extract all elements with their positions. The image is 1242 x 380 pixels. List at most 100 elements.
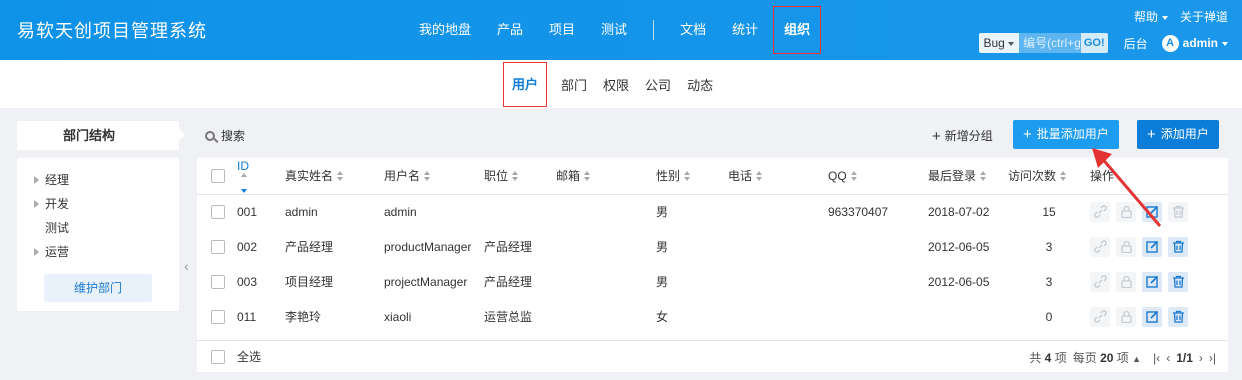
cell-realname: 产品经理 — [285, 240, 334, 254]
table-row[interactable]: 002 产品经理 productManager 产品经理 男 2012-06-05 3 — [197, 229, 1228, 264]
cell-account: xiaoli — [384, 309, 412, 324]
cell-email — [556, 194, 656, 229]
cell-qq — [828, 264, 928, 299]
col-phone[interactable]: 电话 — [728, 158, 828, 195]
delete-icon[interactable] — [1168, 271, 1188, 292]
delete-icon[interactable] — [1168, 306, 1188, 327]
caret-right-icon[interactable] — [34, 200, 39, 208]
backend-link[interactable]: 后台 — [1124, 35, 1148, 52]
table-row[interactable]: 011 李艳玲 xiaoli 运营总监 女 0 — [197, 299, 1228, 334]
subnav-dynamic[interactable]: 动态 — [679, 75, 721, 94]
unlock-icon[interactable] — [1116, 271, 1136, 292]
last-page-icon[interactable]: ›| — [1209, 351, 1216, 365]
delete-icon[interactable] — [1168, 201, 1188, 222]
edit-icon[interactable] — [1142, 306, 1162, 327]
cell-id: 011 — [237, 309, 257, 324]
tree-item[interactable]: 开发 — [17, 192, 179, 216]
help-menu[interactable]: 帮助 — [1134, 8, 1168, 25]
per-page-select[interactable]: 每页 20 项 ▲ — [1073, 349, 1141, 366]
select-all-label[interactable]: 全选 — [237, 348, 261, 365]
caret-right-icon[interactable] — [34, 248, 39, 256]
page-indicator: 1/1 — [1176, 350, 1193, 365]
table-header: ID 真实姓名 用户名 职位 邮箱 性别 电话 QQ 最后登录 访问次数 操作 — [197, 158, 1228, 195]
unbind-link-icon[interactable] — [1090, 306, 1110, 327]
header-right: 帮助 关于禅道 Bug 编号(ctrl+g GO! 后台 A admin — [978, 8, 1228, 53]
table-row[interactable]: 001 admin admin 男 963370407 2018-07-02 15 — [197, 194, 1228, 229]
cell-role — [484, 194, 556, 229]
sort-icon — [1060, 171, 1067, 182]
col-visits[interactable]: 访问次数 — [1008, 158, 1090, 195]
select-all-checkbox[interactable] — [211, 349, 225, 364]
nav-divider — [653, 20, 655, 40]
row-checkbox[interactable] — [211, 309, 225, 324]
subnav-priv[interactable]: 权限 — [595, 75, 637, 94]
nav-my[interactable]: 我的地盘 — [406, 0, 484, 60]
search-input[interactable]: 编号(ctrl+g — [1018, 33, 1081, 53]
tree-item[interactable]: 运营 — [17, 240, 179, 264]
nav-stats[interactable]: 统计 — [719, 0, 771, 60]
collapse-sidebar-icon[interactable]: ‹ — [184, 258, 189, 274]
subnav-dept[interactable]: 部门 — [553, 75, 595, 94]
edit-icon[interactable] — [1142, 236, 1162, 257]
cell-visits: 0 — [1045, 309, 1053, 324]
add-group-button[interactable]: + 新增分组 — [932, 127, 993, 145]
search-toggle[interactable]: 搜索 — [205, 127, 245, 144]
cell-gender: 女 — [656, 310, 669, 324]
col-id[interactable]: ID — [237, 158, 285, 195]
row-checkbox[interactable] — [211, 205, 225, 220]
sort-icon — [756, 171, 763, 182]
row-checkbox[interactable] — [211, 274, 225, 289]
brand-title[interactable]: 易软天创项目管理系统 — [17, 17, 207, 43]
col-account[interactable]: 用户名 — [384, 158, 484, 195]
go-button[interactable]: GO! — [1080, 33, 1108, 53]
next-page-icon[interactable]: › — [1199, 351, 1203, 365]
col-gender[interactable]: 性别 — [656, 158, 728, 195]
edit-icon[interactable] — [1142, 271, 1162, 292]
unbind-link-icon[interactable] — [1090, 236, 1110, 257]
batch-add-user-button[interactable]: + 批量添加用户 — [1013, 120, 1119, 149]
row-checkbox[interactable] — [211, 239, 225, 254]
subnav-user[interactable]: 用户 — [503, 61, 548, 107]
user-menu[interactable]: admin — [1183, 36, 1228, 50]
delete-icon[interactable] — [1168, 236, 1188, 257]
about-link[interactable]: 关于禅道 — [1180, 8, 1228, 25]
first-page-icon[interactable]: |‹ — [1153, 351, 1160, 365]
col-last-login[interactable]: 最后登录 — [928, 158, 1008, 195]
unlock-icon[interactable] — [1116, 236, 1136, 257]
add-user-button[interactable]: + 添加用户 — [1137, 120, 1219, 149]
avatar[interactable]: A — [1161, 34, 1179, 52]
annotation-arrow-icon — [1092, 148, 1162, 227]
nav-product[interactable]: 产品 — [484, 0, 536, 60]
search-type-select[interactable]: Bug — [978, 33, 1019, 53]
cell-actions — [1090, 264, 1228, 299]
dept-tree: 经理 开发 测试 运营 维护部门 — [17, 158, 179, 311]
cell-account: productManager — [384, 239, 472, 254]
table-row[interactable]: 003 项目经理 projectManager 产品经理 男 2012-06-05 3 — [197, 264, 1228, 299]
cell-visits: 3 — [1045, 274, 1053, 289]
nav-project[interactable]: 项目 — [536, 0, 588, 60]
nav-test[interactable]: 测试 — [588, 0, 640, 60]
cell-id: 002 — [237, 239, 258, 254]
user-table: ID 真实姓名 用户名 职位 邮箱 性别 电话 QQ 最后登录 访问次数 操作 … — [197, 158, 1228, 372]
nav-company[interactable]: 组织 — [773, 6, 822, 54]
col-qq[interactable]: QQ — [828, 158, 928, 195]
chevron-down-icon — [1161, 15, 1168, 20]
unlock-icon[interactable] — [1116, 306, 1136, 327]
select-all-checkbox-header[interactable] — [211, 169, 225, 184]
caret-right-icon[interactable] — [34, 176, 39, 184]
col-email[interactable]: 邮箱 — [556, 158, 656, 195]
col-role[interactable]: 职位 — [484, 158, 556, 195]
subnav-company[interactable]: 公司 — [637, 75, 679, 94]
col-realname[interactable]: 真实姓名 — [285, 158, 384, 195]
top-header: 易软天创项目管理系统 我的地盘 产品 项目 测试 文档 统计 组织 帮助 关于禅… — [0, 0, 1242, 60]
maintain-dept-button[interactable]: 维护部门 — [44, 274, 152, 302]
table-footer: 全选 共 4 项 每页 20 项 ▲ |‹ ‹ 1/1 › ›| — [197, 340, 1228, 372]
nav-doc[interactable]: 文档 — [667, 0, 719, 60]
unbind-link-icon[interactable] — [1090, 271, 1110, 292]
tree-item[interactable]: 测试 — [17, 216, 179, 240]
tree-item[interactable]: 经理 — [17, 168, 179, 192]
cell-account: admin — [384, 204, 417, 219]
prev-page-icon[interactable]: ‹ — [1166, 351, 1170, 365]
sort-icon — [850, 170, 857, 181]
cell-realname: admin — [285, 204, 318, 219]
